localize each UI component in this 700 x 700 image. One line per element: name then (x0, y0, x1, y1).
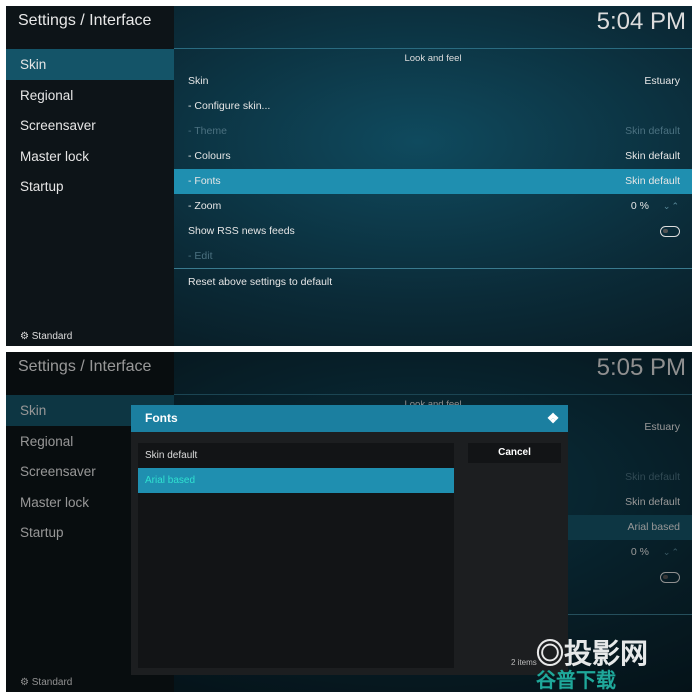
sidebar-item-regional[interactable]: Regional (6, 80, 174, 111)
sidebar: Skin Regional Screensaver Master lock St… (6, 6, 174, 346)
sidebar-item-screensaver[interactable]: Screensaver (6, 110, 174, 141)
sidebar-item-skin[interactable]: Skin (6, 49, 174, 80)
setting-colours[interactable]: - Colours Skin default (174, 144, 692, 169)
divider (174, 268, 692, 269)
font-options-list: Skin default Arial based (138, 443, 454, 668)
setting-value: Skin default (625, 175, 680, 187)
setting-value: Skin default (625, 150, 680, 162)
settings-level[interactable]: ⚙ Standard (20, 331, 72, 343)
setting-configure-skin[interactable]: - Configure skin... (174, 94, 692, 119)
spinner-arrows-icon[interactable]: ⌄⌃ (663, 201, 680, 211)
section-title: Look and feel (404, 53, 462, 64)
setting-value: Skin default (625, 125, 680, 137)
setting-value: 0 % (630, 200, 649, 212)
gear-icon: ⚙ (20, 331, 29, 342)
setting-label: - Edit (188, 250, 213, 262)
settings-screen-before: Skin Regional Screensaver Master lock St… (6, 6, 692, 346)
watermark-sub: 谷普下载 (536, 670, 616, 692)
setting-label: - Zoom (188, 200, 222, 212)
setting-label: Skin (188, 75, 209, 87)
setting-label: - Colours (188, 150, 231, 162)
reset-label: Reset above settings to default (188, 276, 333, 288)
setting-skin[interactable]: Skin Estuary (174, 69, 692, 94)
clock: 5:04 PM (596, 8, 686, 35)
setting-zoom[interactable]: - Zoom 0 % ⌄⌃ (174, 194, 692, 219)
setting-label: - Theme (188, 125, 227, 137)
setting-rss[interactable]: Show RSS news feeds (174, 219, 692, 244)
setting-label: - Configure skin... (188, 100, 271, 112)
setting-theme: - Theme Skin default (174, 119, 692, 144)
settings-screen-dialog: Skin Regional Screensaver Master lock St… (6, 352, 692, 692)
rss-toggle[interactable] (660, 226, 680, 237)
reset-settings-button[interactable]: Reset above settings to default (174, 270, 692, 295)
settings-list: Look and feel Skin Estuary - Configure sk… (174, 49, 692, 346)
setting-fonts[interactable]: - Fonts Skin default (174, 169, 692, 194)
setting-label: - Fonts (188, 175, 221, 187)
dialog-title: Fonts (145, 411, 178, 425)
kodi-logo-icon: ❖ (546, 410, 560, 426)
page-title: Settings / Interface (18, 12, 152, 29)
sidebar-item-master-lock[interactable]: Master lock (6, 141, 174, 172)
fonts-dialog: Fonts ❖ Skin default Arial based Cancel 2… (131, 405, 568, 675)
item-count: 2 items (511, 658, 537, 667)
settings-level-label: Standard (31, 331, 73, 342)
setting-edit: - Edit (174, 244, 692, 269)
option-skin-default[interactable]: Skin default (138, 443, 454, 468)
setting-label: Show RSS news feeds (188, 225, 295, 237)
option-arial-based[interactable]: Arial based (138, 468, 454, 493)
setting-value: Estuary (644, 75, 680, 87)
sidebar-item-startup[interactable]: Startup (6, 171, 174, 202)
dialog-header: Fonts ❖ (131, 405, 568, 432)
cancel-button[interactable]: Cancel (468, 443, 561, 463)
